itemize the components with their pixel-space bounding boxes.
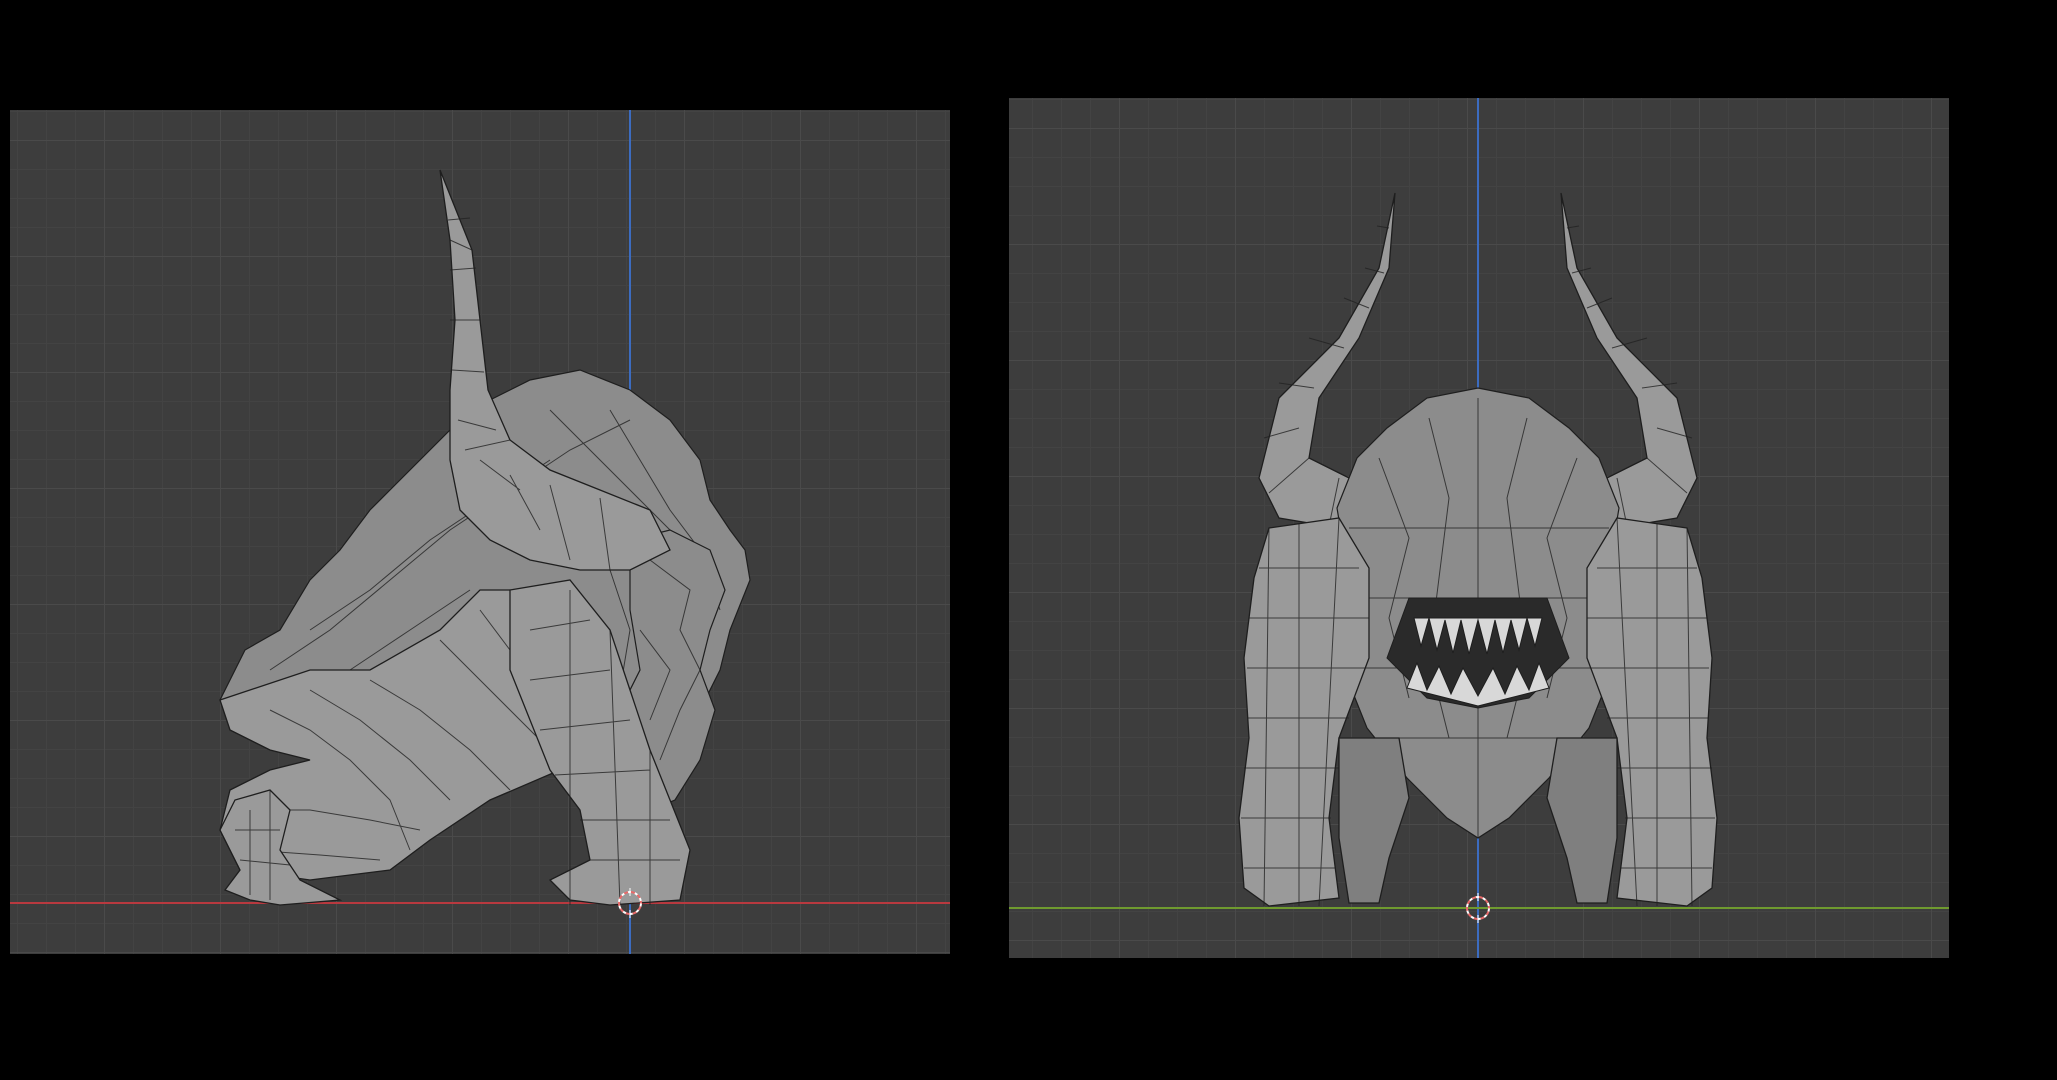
beast-horn <box>439 169 671 571</box>
viewport-side-view[interactable] <box>10 110 950 954</box>
front-view-canvas <box>1009 98 1949 958</box>
side-view-canvas <box>10 110 950 954</box>
viewport-front-view[interactable] <box>1009 98 1949 958</box>
